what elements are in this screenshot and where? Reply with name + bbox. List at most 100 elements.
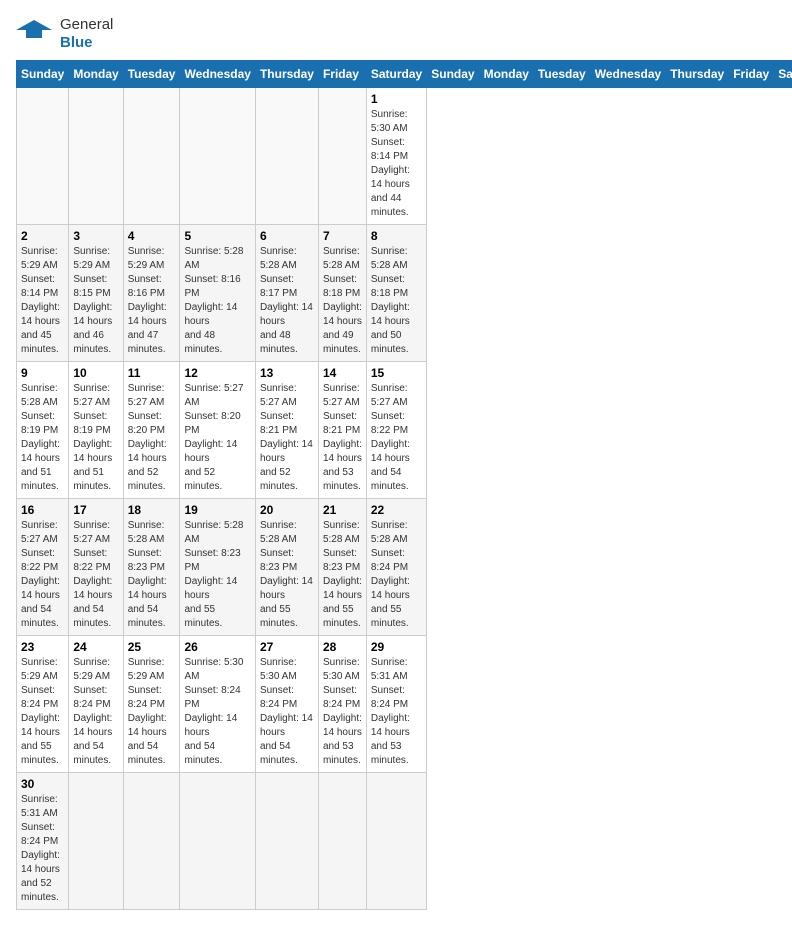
- calendar-day-cell: 2 Sunrise: 5:29 AM Sunset: 8:14 PM Daylig…: [17, 225, 69, 362]
- day-number: 27: [260, 640, 314, 654]
- day-number: 29: [371, 640, 422, 654]
- calendar-day-cell: [318, 88, 366, 225]
- day-info: Sunrise: 5:27 AM Sunset: 8:21 PM Dayligh…: [323, 382, 362, 494]
- calendar-day-cell: 14Sunrise: 5:27 AM Sunset: 8:21 PM Dayli…: [318, 362, 366, 499]
- day-info: Sunrise: 5:28 AM Sunset: 8:16 PM Dayligh…: [184, 245, 250, 357]
- calendar-day-cell: [180, 88, 255, 225]
- day-info: Sunrise: 5:29 AM Sunset: 8:24 PM Dayligh…: [128, 656, 176, 768]
- day-of-week-header: Tuesday: [533, 61, 590, 88]
- day-of-week-header: Monday: [479, 61, 533, 88]
- day-number: 11: [128, 366, 176, 380]
- day-info: Sunrise: 5:28 AM Sunset: 8:17 PM Dayligh…: [260, 245, 314, 357]
- calendar-table: SundayMondayTuesdayWednesdayThursdayFrid…: [16, 60, 792, 910]
- day-info: Sunrise: 5:30 AM Sunset: 8:24 PM Dayligh…: [184, 656, 250, 768]
- day-of-week-header: Saturday: [366, 61, 426, 88]
- header-section: GeneralBlue: [16, 16, 776, 52]
- calendar-day-cell: [123, 88, 180, 225]
- day-info: Sunrise: 5:28 AM Sunset: 8:24 PM Dayligh…: [371, 519, 422, 631]
- day-info: Sunrise: 5:31 AM Sunset: 8:24 PM Dayligh…: [371, 656, 422, 768]
- logo: GeneralBlue: [16, 16, 113, 52]
- day-info: Sunrise: 5:31 AM Sunset: 8:24 PM Dayligh…: [21, 793, 64, 905]
- day-of-week-header: Thursday: [666, 61, 729, 88]
- calendar-day-cell: 3 Sunrise: 5:29 AM Sunset: 8:15 PM Daylig…: [69, 225, 123, 362]
- calendar-week-row: 23Sunrise: 5:29 AM Sunset: 8:24 PM Dayli…: [17, 636, 792, 773]
- calendar-day-cell: 4 Sunrise: 5:29 AM Sunset: 8:16 PM Daylig…: [123, 225, 180, 362]
- day-of-week-header: Sunday: [17, 61, 69, 88]
- day-info: Sunrise: 5:29 AM Sunset: 8:16 PM Dayligh…: [128, 245, 176, 357]
- calendar-day-cell: 7 Sunrise: 5:28 AM Sunset: 8:18 PM Daylig…: [318, 225, 366, 362]
- day-of-week-header: Friday: [729, 61, 774, 88]
- calendar-day-cell: 1Sunrise: 5:30 AM Sunset: 8:14 PM Daylig…: [366, 88, 426, 225]
- day-info: Sunrise: 5:28 AM Sunset: 8:18 PM Dayligh…: [323, 245, 362, 357]
- calendar-day-cell: 22 Sunrise: 5:28 AM Sunset: 8:24 PM Dayli…: [366, 499, 426, 636]
- generalblue-logo-icon: [16, 16, 52, 52]
- calendar-day-cell: [366, 773, 426, 910]
- calendar-day-cell: [69, 773, 123, 910]
- day-number: 30: [21, 777, 64, 791]
- day-info: Sunrise: 5:30 AM Sunset: 8:14 PM Dayligh…: [371, 108, 422, 220]
- calendar-day-cell: [180, 773, 255, 910]
- day-number: 19: [184, 503, 250, 517]
- calendar-week-row: 2 Sunrise: 5:29 AM Sunset: 8:14 PM Daylig…: [17, 225, 792, 362]
- calendar-header-row: SundayMondayTuesdayWednesdayThursdayFrid…: [17, 61, 792, 88]
- calendar-day-cell: [123, 773, 180, 910]
- day-number: 5: [184, 229, 250, 243]
- calendar-day-cell: 10Sunrise: 5:27 AM Sunset: 8:19 PM Dayli…: [69, 362, 123, 499]
- day-number: 22: [371, 503, 422, 517]
- day-info: Sunrise: 5:27 AM Sunset: 8:22 PM Dayligh…: [371, 382, 422, 494]
- calendar-day-cell: 15Sunrise: 5:27 AM Sunset: 8:22 PM Dayli…: [366, 362, 426, 499]
- day-info: Sunrise: 5:28 AM Sunset: 8:23 PM Dayligh…: [184, 519, 250, 631]
- day-number: 7: [323, 229, 362, 243]
- calendar-day-cell: 12Sunrise: 5:27 AM Sunset: 8:20 PM Dayli…: [180, 362, 255, 499]
- day-info: Sunrise: 5:27 AM Sunset: 8:22 PM Dayligh…: [73, 519, 118, 631]
- day-number: 10: [73, 366, 118, 380]
- day-info: Sunrise: 5:28 AM Sunset: 8:18 PM Dayligh…: [371, 245, 422, 357]
- day-number: 16: [21, 503, 64, 517]
- day-info: Sunrise: 5:28 AM Sunset: 8:23 PM Dayligh…: [260, 519, 314, 631]
- calendar-day-cell: 30 Sunrise: 5:31 AM Sunset: 8:24 PM Dayli…: [17, 773, 69, 910]
- day-info: Sunrise: 5:27 AM Sunset: 8:22 PM Dayligh…: [21, 519, 64, 631]
- calendar-day-cell: 29 Sunrise: 5:31 AM Sunset: 8:24 PM Dayli…: [366, 636, 426, 773]
- calendar-day-cell: [255, 88, 318, 225]
- day-number: 4: [128, 229, 176, 243]
- day-number: 2: [21, 229, 64, 243]
- calendar-week-row: 1Sunrise: 5:30 AM Sunset: 8:14 PM Daylig…: [17, 88, 792, 225]
- day-info: Sunrise: 5:29 AM Sunset: 8:15 PM Dayligh…: [73, 245, 118, 357]
- day-info: Sunrise: 5:30 AM Sunset: 8:24 PM Dayligh…: [323, 656, 362, 768]
- day-info: Sunrise: 5:29 AM Sunset: 8:14 PM Dayligh…: [21, 245, 64, 357]
- calendar-day-cell: 11 Sunrise: 5:27 AM Sunset: 8:20 PM Dayli…: [123, 362, 180, 499]
- day-number: 20: [260, 503, 314, 517]
- calendar-day-cell: 6Sunrise: 5:28 AM Sunset: 8:17 PM Daylig…: [255, 225, 318, 362]
- day-number: 24: [73, 640, 118, 654]
- day-number: 3: [73, 229, 118, 243]
- day-number: 17: [73, 503, 118, 517]
- day-of-week-header: Sunday: [427, 61, 479, 88]
- calendar-day-cell: 9Sunrise: 5:28 AM Sunset: 8:19 PM Daylig…: [17, 362, 69, 499]
- day-number: 18: [128, 503, 176, 517]
- day-number: 12: [184, 366, 250, 380]
- calendar-day-cell: 17 Sunrise: 5:27 AM Sunset: 8:22 PM Dayli…: [69, 499, 123, 636]
- day-number: 13: [260, 366, 314, 380]
- day-info: Sunrise: 5:29 AM Sunset: 8:24 PM Dayligh…: [73, 656, 118, 768]
- day-info: Sunrise: 5:30 AM Sunset: 8:24 PM Dayligh…: [260, 656, 314, 768]
- day-number: 28: [323, 640, 362, 654]
- calendar-day-cell: 13Sunrise: 5:27 AM Sunset: 8:21 PM Dayli…: [255, 362, 318, 499]
- day-info: Sunrise: 5:27 AM Sunset: 8:20 PM Dayligh…: [128, 382, 176, 494]
- day-info: Sunrise: 5:28 AM Sunset: 8:23 PM Dayligh…: [323, 519, 362, 631]
- calendar-week-row: 30 Sunrise: 5:31 AM Sunset: 8:24 PM Dayli…: [17, 773, 792, 910]
- calendar-day-cell: 19 Sunrise: 5:28 AM Sunset: 8:23 PM Dayli…: [180, 499, 255, 636]
- day-info: Sunrise: 5:29 AM Sunset: 8:24 PM Dayligh…: [21, 656, 64, 768]
- day-number: 9: [21, 366, 64, 380]
- calendar-day-cell: [69, 88, 123, 225]
- calendar-day-cell: [255, 773, 318, 910]
- calendar-day-cell: 24 Sunrise: 5:29 AM Sunset: 8:24 PM Dayli…: [69, 636, 123, 773]
- calendar-day-cell: 8 Sunrise: 5:28 AM Sunset: 8:18 PM Daylig…: [366, 225, 426, 362]
- day-number: 8: [371, 229, 422, 243]
- calendar-day-cell: 5 Sunrise: 5:28 AM Sunset: 8:16 PM Daylig…: [180, 225, 255, 362]
- day-of-week-header: Tuesday: [123, 61, 180, 88]
- calendar-week-row: 16 Sunrise: 5:27 AM Sunset: 8:22 PM Dayli…: [17, 499, 792, 636]
- day-of-week-header: Thursday: [255, 61, 318, 88]
- calendar-day-cell: 18Sunrise: 5:28 AM Sunset: 8:23 PM Dayli…: [123, 499, 180, 636]
- day-of-week-header: Friday: [318, 61, 366, 88]
- calendar-day-cell: [318, 773, 366, 910]
